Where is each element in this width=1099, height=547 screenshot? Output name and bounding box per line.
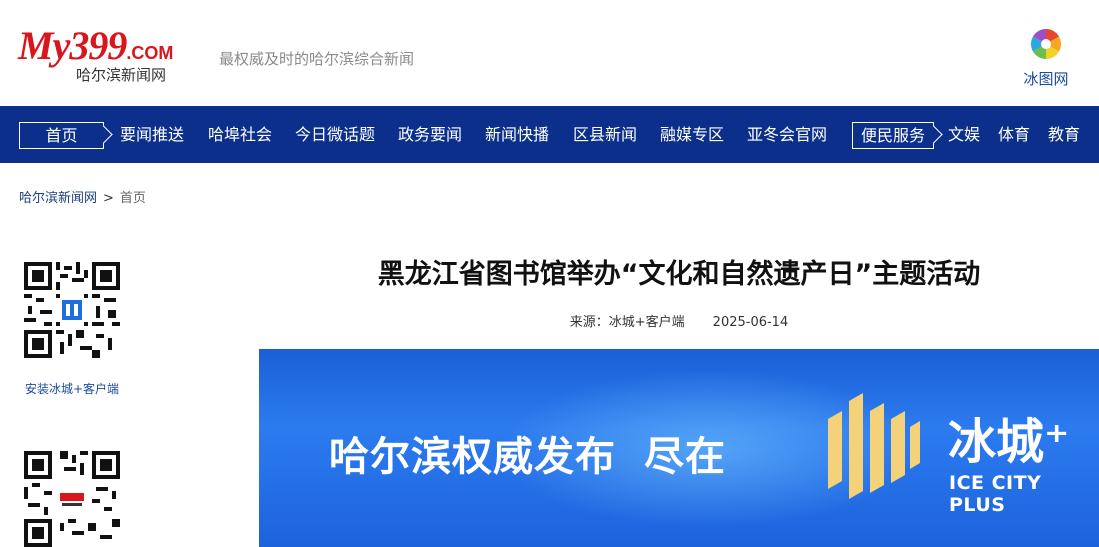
nav-item-asian-winter-games[interactable]: 亚冬会官网 [747, 106, 827, 163]
article-source: 来源：冰城+客户端 [569, 315, 685, 330]
nav-item-district-news[interactable]: 区县新闻 [573, 106, 637, 163]
ice-photo-link[interactable]: 冰图网 [1015, 28, 1077, 92]
banner-brand-en: ICE CITY PLUS [949, 472, 1042, 516]
breadcrumb-separator: > [103, 191, 114, 206]
site-logo[interactable]: My399.COM 哈尔滨新闻网 [18, 24, 198, 88]
camera-aperture-icon [1030, 28, 1062, 60]
nav-item-society[interactable]: 哈埠社会 [208, 106, 272, 163]
site-qr-code [24, 451, 120, 547]
nav-item-education[interactable]: 教育 [1048, 106, 1080, 163]
app-qr-code [24, 262, 120, 358]
article-meta: 来源：冰城+客户端 2025-06-14 [259, 314, 1099, 332]
nav-arrow-icon [94, 125, 113, 144]
article-date: 2025-06-14 [712, 315, 789, 330]
banner-headline: 哈尔滨权威发布 尽在 [329, 434, 726, 480]
nav-item-entertainment[interactable]: 文娱 [948, 106, 980, 163]
nav-item-home[interactable]: 首页 [19, 122, 113, 149]
nav-item-top-news[interactable]: 要闻推送 [120, 106, 184, 163]
breadcrumb-home-link[interactable]: 哈尔滨新闻网 [19, 191, 97, 206]
ice-city-plus-logo-icon [828, 393, 920, 499]
breadcrumb-current: 首页 [119, 191, 146, 206]
install-app-caption[interactable]: 安装冰城+客户端 [25, 381, 119, 397]
nav-item-sports[interactable]: 体育 [998, 106, 1030, 163]
site-slogan: 最权威及时的哈尔滨综合新闻 [219, 50, 415, 68]
article-title: 黑龙江省图书馆举办“文化和自然遗产日”主题活动 [377, 259, 981, 290]
logo-subtitle: 哈尔滨新闻网 [76, 66, 167, 84]
nav-item-daily-topic[interactable]: 今日微话题 [295, 106, 375, 163]
ice-city-plus-banner[interactable]: 哈尔滨权威发布 尽在 冰城⁺ ICE CITY PLUS [259, 349, 1099, 547]
nav-item-government[interactable]: 政务要闻 [398, 106, 462, 163]
site-header: My399.COM 哈尔滨新闻网 最权威及时的哈尔滨综合新闻 冰图网 [0, 0, 1099, 106]
nav-item-services[interactable]: 便民服务 [852, 122, 943, 149]
breadcrumb: 哈尔滨新闻网 > 首页 [19, 190, 146, 208]
nav-item-news-flash[interactable]: 新闻快播 [485, 106, 549, 163]
nav-item-media[interactable]: 融媒专区 [660, 106, 724, 163]
main-nav: 首页 要闻推送 哈埠社会 今日微话题 政务要闻 新闻快播 区县新闻 融媒专区 亚… [0, 106, 1099, 163]
nav-arrow-icon [924, 125, 943, 144]
banner-brand: 冰城⁺ [948, 414, 1070, 470]
ice-photo-label: 冰图网 [1023, 70, 1069, 88]
